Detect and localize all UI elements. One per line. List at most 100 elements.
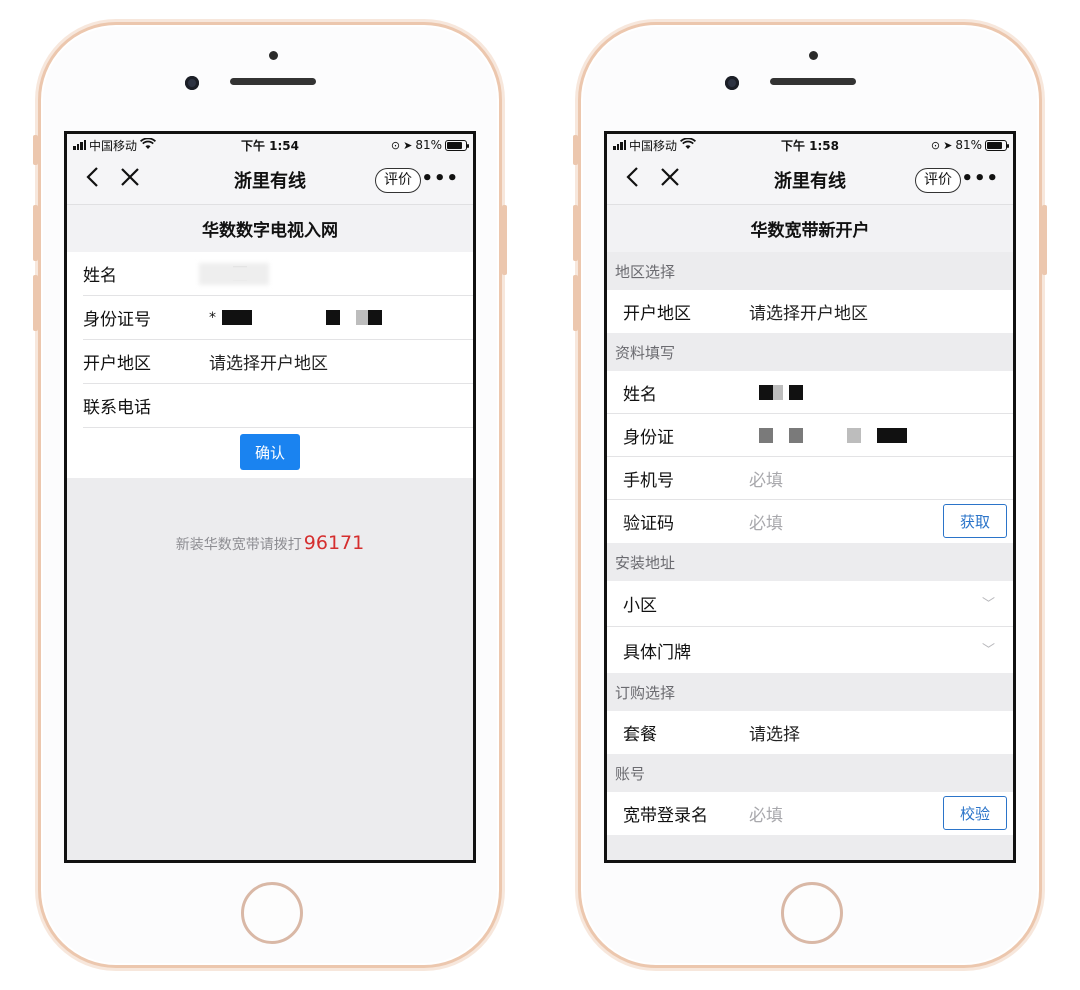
info-card: 姓名 身份证 手机号 必填 验证码 必填 获取 [607,371,1013,543]
location-icon: ➤ [403,138,413,152]
section-order: 订购选择 [607,673,1013,711]
id-number-row[interactable]: 身份证号 * [83,296,473,340]
redacted-mask [368,310,382,325]
battery-icon [985,139,1009,151]
get-code-button[interactable]: 获取 [943,504,1007,538]
battery-percent: 81% [415,138,442,152]
home-button[interactable] [781,882,843,944]
address-card: 小区 ﹀ 具体门牌 ﹀ [607,581,1013,673]
screen-left: 中国移动 下午 1:54 ⊙ ➤ 81% 浙里有线 评价 ••• 华数数字电视入… [64,131,476,863]
earpiece-speaker [770,78,856,85]
battery-level [987,141,1002,149]
mobile-row[interactable]: 手机号 必填 [607,457,1013,500]
login-label: 宽带登录名 [623,806,708,826]
location-icon: ➤ [943,138,953,152]
mobile-input[interactable]: 必填 [749,466,783,491]
front-camera [725,76,739,90]
mobile-label: 手机号 [623,470,674,491]
mute-switch [33,135,38,165]
close-icon[interactable] [119,166,141,192]
region-row[interactable]: 开户地区 请选择开户地区 [607,290,1013,333]
hotline-text: 新装华数宽带请拨打 [175,537,302,553]
power-button [1042,205,1047,275]
hotline-hint: 新装华数宽带请拨打 96171 [67,532,473,554]
nav-bar: 浙里有线 评价 ••• [607,156,1013,204]
region-card: 开户地区 请选择开户地区 [607,290,1013,333]
wifi-icon [679,136,697,153]
rate-button[interactable]: 评价 [375,168,421,193]
name-row[interactable]: 姓名 [607,371,1013,414]
section-info: 资料填写 [607,333,1013,371]
login-row[interactable]: 宽带登录名 必填 校验 [607,792,1013,835]
region-select[interactable]: 请选择开户地区 [209,349,328,374]
phone-frame-right: 中国移动 下午 1:58 ⊙ ➤ 81% 浙里有线 评价 ••• 华数宽带新开户… [573,22,1047,968]
package-row[interactable]: 套餐 请选择 [607,711,1013,754]
id-number-label: 身份证号 [83,310,151,330]
carrier-label: 中国移动 [629,138,678,153]
signal-icon [73,140,86,150]
chevron-down-icon[interactable]: ﹀ [982,593,995,612]
phone-frame-left: 中国移动 下午 1:54 ⊙ ➤ 81% 浙里有线 评价 ••• 华数数字电视入… [33,22,507,968]
order-card: 套餐 请选择 [607,711,1013,754]
page-title: 华数宽带新开户 [607,204,1013,252]
orientation-lock-icon: ⊙ [930,138,941,152]
battery-percent: 81% [955,138,982,152]
id-label: 身份证 [623,427,674,448]
name-label: 姓名 [83,266,117,286]
chevron-left-icon[interactable] [621,166,643,193]
battery-icon [445,139,469,151]
volume-up-button [33,205,38,261]
phone-row[interactable]: 联系电话 [83,384,473,428]
hotline-number[interactable]: 96171 [304,532,364,554]
redacted-mask [759,384,773,400]
code-label: 验证码 [623,514,674,534]
id-row[interactable]: 身份证 [607,414,1013,457]
code-row[interactable]: 验证码 必填 获取 [607,500,1013,543]
verify-button[interactable]: 校验 [943,796,1007,830]
home-button[interactable] [241,882,303,944]
battery-level [447,141,462,149]
volume-up-button [573,205,578,261]
signal-icon [613,140,626,150]
front-camera [185,76,199,90]
chevron-down-icon[interactable]: ﹀ [982,639,995,658]
close-icon[interactable] [659,166,681,192]
more-icon[interactable]: ••• [961,170,999,188]
redacted-mask [847,427,861,443]
redacted-blur [199,262,269,285]
phone-label: 联系电话 [83,398,151,418]
region-label: 开户地区 [623,304,691,324]
door-row[interactable]: 具体门牌 ﹀ [607,627,1013,673]
confirm-button[interactable]: 确认 [240,434,300,470]
screen-right: 中国移动 下午 1:58 ⊙ ➤ 81% 浙里有线 评价 ••• 华数宽带新开户… [604,131,1016,863]
confirm-area: 确认 [67,428,473,478]
mute-switch [573,135,578,165]
login-input[interactable]: 必填 [749,801,783,826]
code-input[interactable]: 必填 [749,509,783,534]
region-select[interactable]: 请选择开户地区 [749,299,868,324]
power-button [502,205,507,275]
region-row[interactable]: 开户地区 请选择开户地区 [83,340,473,384]
package-label: 套餐 [623,725,657,745]
more-icon[interactable]: ••• [421,170,459,188]
id-number-value: * [209,309,216,326]
package-select[interactable]: 请选择 [749,720,800,745]
community-label: 小区 [623,596,657,616]
sensor-dot [809,51,818,60]
redacted-mask [789,384,803,400]
section-region: 地区选择 [607,252,1013,290]
orientation-lock-icon: ⊙ [390,138,401,152]
section-address: 安装地址 [607,543,1013,581]
redacted-mask [222,310,252,325]
region-label: 开户地区 [83,354,151,374]
volume-down-button [573,275,578,331]
carrier-label: 中国移动 [89,138,138,153]
redacted-mask [877,427,907,443]
name-row[interactable]: 姓名 [83,252,473,296]
chevron-left-icon[interactable] [81,166,103,193]
rate-button[interactable]: 评价 [915,168,961,193]
status-bar: 中国移动 下午 1:54 ⊙ ➤ 81% [67,134,473,156]
status-bar: 中国移动 下午 1:58 ⊙ ➤ 81% [607,134,1013,156]
community-row[interactable]: 小区 ﹀ [607,581,1013,627]
earpiece-speaker [230,78,316,85]
